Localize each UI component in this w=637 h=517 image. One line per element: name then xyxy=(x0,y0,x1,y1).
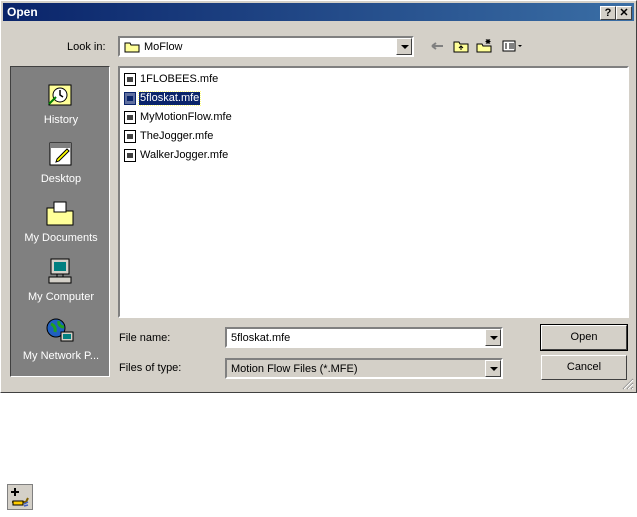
mfe-file-icon xyxy=(124,92,136,105)
back-arrow-icon[interactable] xyxy=(429,38,447,54)
place-desktop[interactable]: Desktop xyxy=(11,139,111,197)
file-name-input[interactable]: 5floskat.mfe xyxy=(225,327,503,348)
open-dialog: Open ? ✕ Look in: MoFlow History Desktop… xyxy=(0,0,637,393)
look-in-combo[interactable]: MoFlow xyxy=(118,36,414,57)
file-name: MyMotionFlow.mfe xyxy=(140,111,232,123)
place-label: My Computer xyxy=(27,291,95,303)
desktop-icon xyxy=(49,142,72,166)
look-in-dropdown-button[interactable] xyxy=(396,38,412,55)
cancel-button[interactable]: Cancel xyxy=(541,355,627,380)
files-of-type-value: Motion Flow Files (*.MFE) xyxy=(231,363,358,375)
place-label: Desktop xyxy=(40,173,82,185)
resize-grip-icon[interactable] xyxy=(622,378,634,390)
title-bar[interactable]: Open ? ✕ xyxy=(3,3,634,21)
file-name-dropdown-button[interactable] xyxy=(485,329,501,346)
my-documents-icon xyxy=(46,201,74,226)
look-in-label: Look in: xyxy=(67,41,106,53)
my-computer-icon xyxy=(48,258,72,284)
place-label: My Network P... xyxy=(22,350,100,362)
places-bar: History Desktop My Documents My Computer… xyxy=(10,66,110,377)
history-icon xyxy=(48,84,72,106)
file-name: WalkerJogger.mfe xyxy=(140,149,229,161)
place-my-documents[interactable]: My Documents xyxy=(11,198,111,256)
close-button[interactable]: ✕ xyxy=(616,6,632,20)
up-one-level-icon[interactable] xyxy=(452,38,470,54)
place-my-network-places[interactable]: My Network P... xyxy=(11,316,111,374)
files-of-type-label: Files of type: xyxy=(119,362,182,374)
view-menu-icon[interactable] xyxy=(501,38,525,54)
new-folder-icon[interactable] xyxy=(475,38,493,54)
mfe-file-icon xyxy=(124,73,136,86)
file-name-label: File name: xyxy=(119,332,171,344)
place-my-computer[interactable]: My Computer xyxy=(11,257,111,315)
mfe-file-icon xyxy=(124,130,136,143)
files-of-type-dropdown-button[interactable] xyxy=(485,360,501,377)
dialog-title: Open xyxy=(7,5,38,19)
mfe-file-icon xyxy=(124,111,136,124)
add-motion-icon[interactable] xyxy=(7,484,33,510)
place-label: History xyxy=(43,114,79,126)
open-button[interactable]: Open xyxy=(540,324,628,351)
file-list[interactable]: 1FLOBEES.mfe 5floskat.mfe MyMotionFlow.m… xyxy=(118,66,629,318)
my-network-places-icon xyxy=(46,318,74,342)
files-of-type-select[interactable]: Motion Flow Files (*.MFE) xyxy=(225,358,503,379)
file-name: TheJogger.mfe xyxy=(140,130,214,142)
file-name: 1FLOBEES.mfe xyxy=(140,73,219,85)
look-in-value: MoFlow xyxy=(144,41,183,53)
folder-icon xyxy=(124,42,140,53)
place-history[interactable]: History xyxy=(11,80,111,138)
place-label: My Documents xyxy=(24,232,98,244)
file-name: 5floskat.mfe xyxy=(137,91,202,106)
file-name-value: 5floskat.mfe xyxy=(231,332,291,344)
mfe-file-icon xyxy=(124,149,136,162)
help-button[interactable]: ? xyxy=(600,6,616,20)
